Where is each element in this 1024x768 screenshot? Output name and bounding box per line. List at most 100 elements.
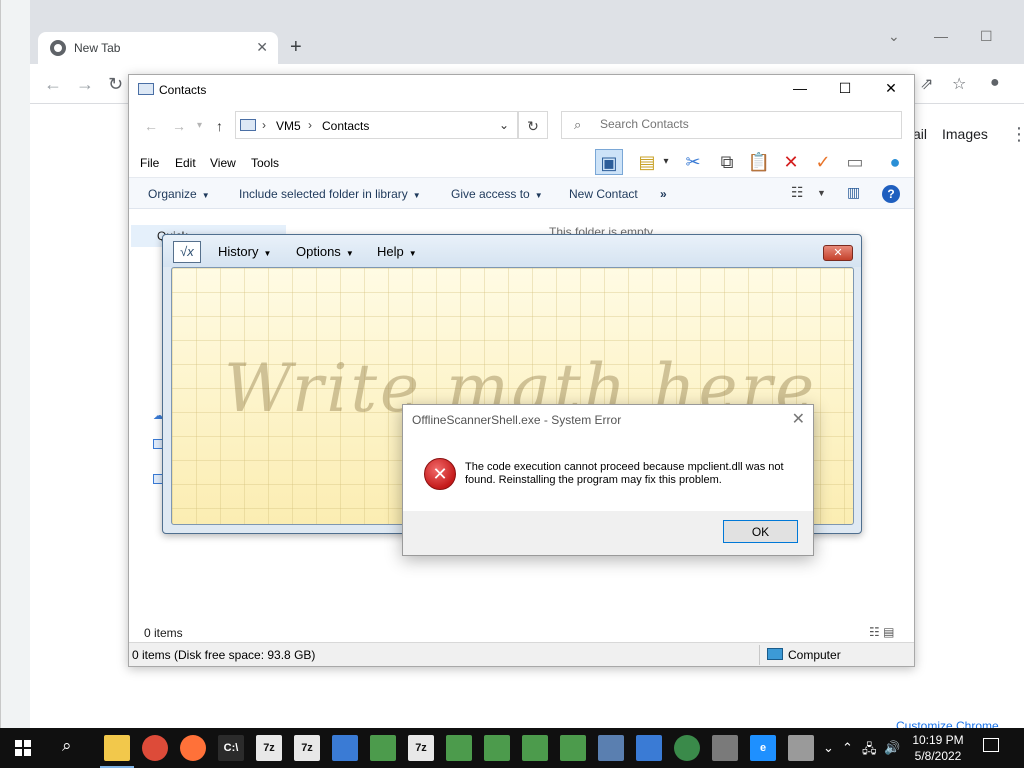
taskbar-file-explorer-icon[interactable] <box>100 735 134 768</box>
menu-options[interactable]: Options ▼ <box>296 244 354 259</box>
chrome-reload-icon[interactable]: ↻ <box>108 74 123 95</box>
more-commands-button[interactable]: » <box>660 187 667 201</box>
chrome-tab-search-icon[interactable]: ⌄ <box>888 28 900 45</box>
error-dialog-button-area: OK <box>403 511 813 555</box>
contacts-titlebar[interactable]: Contacts — ☐ ✕ <box>129 75 914 105</box>
chrome-tab-close-icon[interactable]: ✕ <box>256 39 268 56</box>
error-message: The code execution cannot proceed becaus… <box>465 461 784 486</box>
chevron-down-icon: ▼ <box>263 249 272 258</box>
address-dropdown-icon[interactable]: ⌄ <box>499 118 509 132</box>
view-dropdown-icon[interactable]: ▼ <box>817 188 826 198</box>
error-dialog-title: OfflineScannerShell.exe - System Error <box>412 413 622 427</box>
folder-options-dropdown-icon[interactable]: ▾ <box>659 149 673 175</box>
taskbar-app-window-icon[interactable] <box>522 735 548 761</box>
taskbar-app-window-icon[interactable] <box>332 735 358 761</box>
change-view-icon[interactable]: ☷ <box>791 184 804 201</box>
chrome-forward-icon[interactable]: → <box>76 74 94 95</box>
back-icon[interactable]: ← <box>144 118 158 134</box>
taskbar-chrome-icon[interactable] <box>142 735 168 761</box>
give-access-button[interactable]: Give access to ▼ <box>451 187 543 201</box>
folder-options-icon[interactable]: ▤ <box>633 149 661 175</box>
taskbar-system-error-icon[interactable] <box>788 735 814 761</box>
breadcrumb-vm5[interactable]: VM5 <box>276 119 301 133</box>
paste-icon[interactable]: 📋 <box>745 149 773 175</box>
error-dialog-close-button[interactable]: ✕ <box>792 409 805 429</box>
search-input[interactable] <box>600 117 890 131</box>
taskbar-scanner-icon[interactable] <box>712 735 738 761</box>
windows-start-icon[interactable] <box>15 740 31 756</box>
contacts-minimize-button[interactable]: — <box>785 80 815 100</box>
status-divider <box>759 645 760 665</box>
include-in-library-button[interactable]: Include selected folder in library ▼ <box>239 187 421 201</box>
math-panel-titlebar[interactable]: √x History ▼ Options ▼ Help ▼ ✕ <box>163 235 861 267</box>
menu-file[interactable]: File <box>140 156 159 170</box>
chrome-bookmark-star-icon[interactable]: ☆ <box>952 74 966 94</box>
taskbar-contacts-icon[interactable] <box>636 735 662 761</box>
new-contact-button[interactable]: New Contact <box>569 187 638 201</box>
up-icon[interactable]: ↑ <box>216 118 223 134</box>
preview-pane-icon[interactable]: ▣ <box>595 149 623 175</box>
network-icon[interactable]: 🖧 <box>862 740 877 762</box>
properties-icon[interactable]: ▭ <box>841 149 869 175</box>
clock-time: 10:19 PM <box>912 733 964 747</box>
ok-button[interactable]: OK <box>723 520 798 543</box>
contacts-maximize-button[interactable]: ☐ <box>830 80 860 100</box>
preview-pane-toggle-icon[interactable]: ▥ <box>847 184 860 201</box>
chrome-new-tab-button[interactable]: + <box>290 36 302 59</box>
math-panel-close-button[interactable]: ✕ <box>823 245 853 261</box>
chrome-gmail-link[interactable]: ail <box>913 126 927 142</box>
taskbar-app-window-icon[interactable] <box>560 735 586 761</box>
menu-edit[interactable]: Edit <box>175 156 196 170</box>
globe-icon[interactable]: ● <box>881 149 909 175</box>
chrome-tab-new-tab[interactable]: New Tab ✕ <box>38 32 278 64</box>
forward-icon[interactable]: → <box>172 118 186 134</box>
taskbar-search-icon[interactable]: ⌕ <box>62 736 72 756</box>
taskbar-firefox-icon[interactable] <box>180 735 206 761</box>
menu-tools[interactable]: Tools <box>251 156 279 170</box>
cut-icon[interactable]: ✂ <box>679 149 707 175</box>
contacts-close-button[interactable]: ✕ <box>876 80 906 100</box>
address-row: ← → ▾ ↑ › VM5 › Contacts ⌄ ↻ ⌕ <box>129 109 914 141</box>
taskbar-clock[interactable]: 10:19 PM 5/8/2022 <box>900 732 976 764</box>
chrome-maximize-button[interactable]: ☐ <box>980 28 993 45</box>
address-bar[interactable]: › VM5 › Contacts ⌄ <box>235 111 518 139</box>
volume-icon[interactable]: 🔊 <box>884 740 900 756</box>
taskbar-scroll-icon[interactable]: ⌄ <box>823 740 834 756</box>
taskbar-app-window-icon[interactable] <box>446 735 472 761</box>
taskbar-app-window-icon[interactable] <box>370 735 396 761</box>
chrome-images-link[interactable]: Images <box>942 126 988 142</box>
show-hidden-icons[interactable]: ⌃ <box>842 740 853 756</box>
details-view-icon[interactable]: ☷ ▤ <box>869 625 894 639</box>
delete-icon[interactable]: ✕ <box>777 149 805 175</box>
copy-icon[interactable]: ⧉ <box>713 149 741 175</box>
refresh-button[interactable]: ↻ <box>518 111 548 139</box>
menu-history[interactable]: History ▼ <box>218 244 271 259</box>
taskbar-network-globe-icon[interactable] <box>674 735 700 761</box>
taskbar-7zip-icon[interactable]: 7z <box>294 735 320 761</box>
taskbar-internet-explorer-icon[interactable]: e <box>750 735 776 761</box>
chrome-apps-grid-icon[interactable]: ⋮⋮ <box>1010 124 1024 145</box>
menu-view[interactable]: View <box>210 156 236 170</box>
taskbar-7zip-icon[interactable]: 7z <box>256 735 282 761</box>
help-icon[interactable]: ? <box>882 185 900 203</box>
search-box[interactable]: ⌕ <box>561 111 902 139</box>
chrome-profile-icon[interactable]: ● <box>990 74 1000 92</box>
taskbar-7zip-error-icon[interactable]: 7z <box>408 735 434 761</box>
chrome-share-icon[interactable]: ⇗ <box>920 74 933 94</box>
menu-help[interactable]: Help ▼ <box>377 244 417 259</box>
organize-button[interactable]: Organize ▼ <box>148 187 210 201</box>
chrome-favicon-icon <box>50 40 66 56</box>
status-bar: 0 items (Disk free space: 93.8 GB) Compu… <box>129 642 914 666</box>
breadcrumb-separator-icon[interactable]: › <box>262 118 266 132</box>
breadcrumb-contacts[interactable]: Contacts <box>322 119 369 133</box>
recent-locations-icon[interactable]: ▾ <box>197 120 202 131</box>
breadcrumb-separator-icon[interactable]: › <box>308 118 312 132</box>
chrome-back-icon[interactable]: ← <box>44 74 62 95</box>
contacts-app-icon <box>138 83 154 95</box>
check-icon[interactable]: ✓ <box>809 149 837 175</box>
taskbar-app-window-icon[interactable] <box>484 735 510 761</box>
taskbar-command-prompt-icon[interactable]: C:\ <box>218 735 244 761</box>
chrome-minimize-button[interactable]: — <box>934 28 948 44</box>
notification-icon[interactable] <box>983 738 999 752</box>
taskbar-math-input-icon[interactable] <box>598 735 624 761</box>
